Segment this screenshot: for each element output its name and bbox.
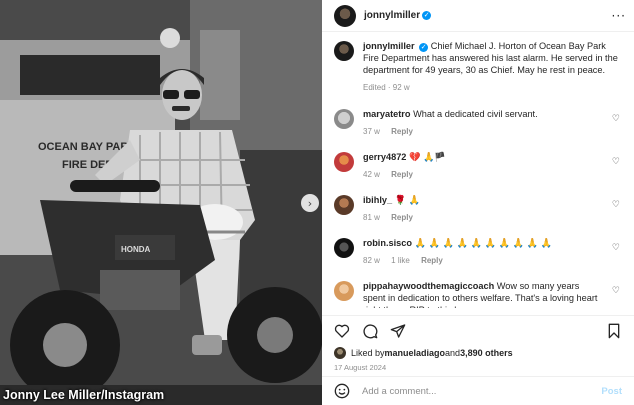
next-image-button[interactable]: › xyxy=(301,194,319,212)
comment-item: pippahaywoodthemagiccoach Wow so many ye… xyxy=(334,280,622,308)
photo-illustration: OCEAN BAY PARK FIRE DEPT HONDA xyxy=(0,0,322,405)
commenter-avatar[interactable] xyxy=(334,281,354,301)
likes-middle: and xyxy=(445,348,461,358)
more-options-icon[interactable]: ··· xyxy=(612,9,626,23)
comment-text: What a dedicated civil servant. xyxy=(413,109,538,119)
commenter-username[interactable]: maryatetro xyxy=(363,109,411,119)
reply-button[interactable]: Reply xyxy=(391,213,413,222)
commenter-avatar[interactable] xyxy=(334,195,354,215)
reply-button[interactable]: Reply xyxy=(391,127,413,136)
liker-avatar[interactable] xyxy=(334,347,346,359)
comments-list[interactable]: jonnylmiller ✓ Chief Michael J. Horton o… xyxy=(322,40,634,308)
likes-prefix: Liked by xyxy=(351,348,385,358)
comment-item: maryatetro What a dedicated civil servan… xyxy=(334,108,622,138)
commenter-avatar[interactable] xyxy=(334,152,354,172)
commenter-avatar[interactable] xyxy=(334,238,354,258)
emoji-icon[interactable] xyxy=(334,383,350,399)
likes-summary: Liked by manueladiago and 3,890 others xyxy=(334,347,622,359)
like-comment-heart-icon[interactable]: ♡ xyxy=(612,286,620,296)
comment-age: 82 w xyxy=(363,256,380,265)
comment-input[interactable] xyxy=(362,385,602,397)
photo-credit: Jonny Lee Miller/Instagram xyxy=(3,388,165,402)
like-comment-heart-icon[interactable]: ♡ xyxy=(612,243,620,253)
post-details-panel: jonnylmiller ✓ ··· jonnylmiller ✓ Chief … xyxy=(322,0,634,405)
caption-meta: Edited · 92 w xyxy=(363,83,410,92)
verified-badge-icon: ✓ xyxy=(419,43,429,52)
post-actions: Liked by manueladiago and 3,890 others 1… xyxy=(322,315,634,372)
author-username[interactable]: jonnylmiller xyxy=(364,10,420,21)
reply-button[interactable]: Reply xyxy=(391,170,413,179)
commenter-avatar[interactable] xyxy=(334,109,354,129)
heart-icon[interactable] xyxy=(334,323,350,339)
like-comment-heart-icon[interactable]: ♡ xyxy=(612,200,620,210)
comment-item: ibihly_ 🌹 🙏 81 w Reply ♡ xyxy=(334,194,622,224)
commenter-username[interactable]: robin.sisco xyxy=(363,238,412,248)
like-comment-heart-icon[interactable]: ♡ xyxy=(612,114,620,124)
post-date: 17 August 2024 xyxy=(334,363,387,372)
comment-item: gerry4872 💔 🙏🏴 42 w Reply ♡ xyxy=(334,151,622,181)
add-comment-bar: Post xyxy=(322,376,634,405)
caption-avatar[interactable] xyxy=(334,41,354,61)
chevron-right-icon: › xyxy=(307,196,313,210)
liker-username[interactable]: manueladiago xyxy=(385,348,446,358)
post-photo[interactable]: OCEAN BAY PARK FIRE DEPT HONDA › Jonny L… xyxy=(0,0,322,405)
comment-text: 🙏 🙏 🙏 🙏 🙏 🙏 🙏 🙏 🙏 🙏 xyxy=(414,238,552,248)
commenter-username[interactable]: gerry4872 xyxy=(363,152,406,162)
comment-age: 81 w xyxy=(363,213,380,222)
commenter-username[interactable]: pippahaywoodthemagiccoach xyxy=(363,281,494,291)
comment-item: robin.sisco 🙏 🙏 🙏 🙏 🙏 🙏 🙏 🙏 🙏 🙏 82 w 1 l… xyxy=(334,237,622,267)
comment-text: 💔 🙏🏴 xyxy=(408,152,446,162)
post-comment-button[interactable]: Post xyxy=(601,386,622,397)
like-comment-heart-icon[interactable]: ♡ xyxy=(612,157,620,167)
author-avatar[interactable] xyxy=(334,4,356,27)
comment-like-count[interactable]: 1 like xyxy=(391,256,410,265)
reply-button[interactable]: Reply xyxy=(421,256,443,265)
share-icon[interactable] xyxy=(390,323,406,339)
commenter-username[interactable]: ibihly_ xyxy=(363,195,392,205)
caption-username[interactable]: jonnylmiller xyxy=(363,41,415,51)
caption: jonnylmiller ✓ Chief Michael J. Horton o… xyxy=(334,40,622,94)
comment-age: 42 w xyxy=(363,170,380,179)
bike-brand: HONDA xyxy=(121,245,151,254)
comment-text: 🌹 🙏 xyxy=(394,195,421,205)
comment-age: 37 w xyxy=(363,127,380,136)
comment-icon[interactable] xyxy=(362,323,378,339)
likes-count[interactable]: 3,890 others xyxy=(460,348,513,358)
post-header: jonnylmiller ✓ ··· xyxy=(322,0,634,32)
verified-badge-icon: ✓ xyxy=(422,11,432,20)
bookmark-icon[interactable] xyxy=(606,323,622,339)
